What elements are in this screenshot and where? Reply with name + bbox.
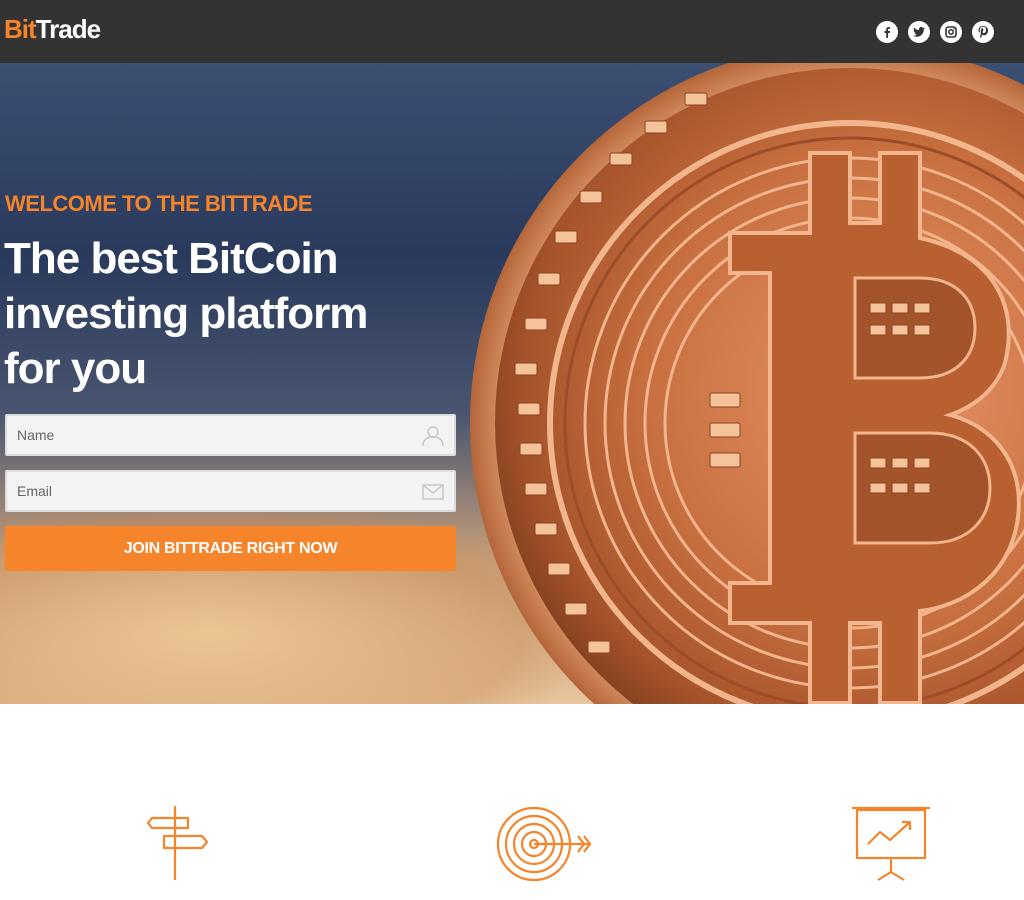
hero-eyebrow: WELCOME TO THE BITTRADE [5, 191, 313, 216]
hero-headline: The best BitCoin investing platform for … [4, 234, 368, 393]
twitter-icon[interactable] [908, 21, 930, 43]
join-button[interactable]: JOIN BITTRADE RIGHT NOW [5, 526, 456, 571]
hero-section: WELCOME TO THE BITTRADE The best BitCoin… [0, 63, 1024, 704]
instagram-icon[interactable] [940, 21, 962, 43]
name-input[interactable] [7, 416, 454, 454]
header-bar: BitTrade [0, 0, 1024, 63]
pinterest-icon[interactable] [972, 21, 994, 43]
logo-bit: Bit [4, 14, 37, 44]
facebook-icon[interactable] [876, 21, 898, 43]
name-field [5, 414, 456, 456]
mail-icon [422, 484, 444, 500]
target-icon [496, 806, 592, 882]
signpost-icon [146, 806, 209, 880]
presentation-chart-icon [852, 806, 930, 881]
social-links [876, 21, 994, 43]
email-field [5, 470, 456, 512]
logo-trade: Trade [35, 14, 101, 44]
email-input[interactable] [7, 472, 454, 510]
logo[interactable]: BitTrade [4, 14, 101, 45]
bitcoin-coin-image [470, 63, 1024, 704]
user-icon [422, 426, 444, 446]
